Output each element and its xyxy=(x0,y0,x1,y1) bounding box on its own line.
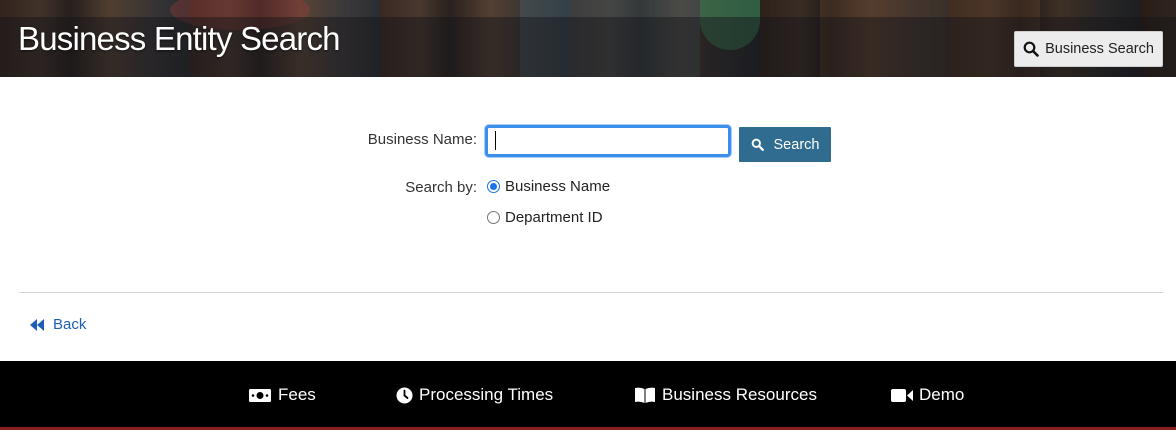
footer-item-label: Fees xyxy=(278,385,316,404)
business-search-label: Business Search xyxy=(1045,41,1154,57)
radio-business-name[interactable]: Business Name xyxy=(487,178,610,195)
radio-department-id[interactable]: Department ID xyxy=(487,209,603,226)
business-name-label: Business Name: xyxy=(367,131,477,148)
header-banner: Business Entity Search Business Search xyxy=(0,0,1176,77)
footer-item-label: Processing Times xyxy=(419,385,554,404)
search-icon xyxy=(1023,41,1039,57)
business-name-input[interactable] xyxy=(485,125,731,157)
search-icon xyxy=(751,138,764,151)
footer-item-business-resources[interactable]: Business Resources xyxy=(634,385,817,405)
footer-item-label: Business Resources xyxy=(662,385,817,404)
radio-button[interactable] xyxy=(487,211,500,224)
money-icon xyxy=(249,388,271,402)
footer-item-demo[interactable]: Demo xyxy=(891,385,964,405)
text-cursor xyxy=(495,131,496,150)
radio-label: Business Name xyxy=(505,178,611,195)
search-button[interactable]: Search xyxy=(739,127,831,162)
video-icon xyxy=(891,388,913,402)
back-label: Back xyxy=(53,316,87,333)
page-title: Business Entity Search xyxy=(18,20,341,57)
search-button-label: Search xyxy=(773,136,820,153)
footer-item-fees[interactable]: Fees xyxy=(248,385,316,405)
backward-icon xyxy=(30,318,44,331)
search-by-label: Search by: xyxy=(405,179,477,196)
radio-label: Department ID xyxy=(505,209,603,226)
footer-nav: Fees Processing Times Business Resources… xyxy=(0,361,1176,430)
footer-item-label: Demo xyxy=(919,385,965,404)
radio-button-selected[interactable] xyxy=(487,180,500,193)
footer-item-processing-times[interactable]: Processing Times xyxy=(396,385,553,405)
clock-icon xyxy=(396,387,413,403)
divider xyxy=(19,292,1163,293)
book-icon xyxy=(635,387,655,403)
business-search-button[interactable]: Business Search xyxy=(1014,31,1163,67)
back-link[interactable]: Back xyxy=(30,316,86,333)
